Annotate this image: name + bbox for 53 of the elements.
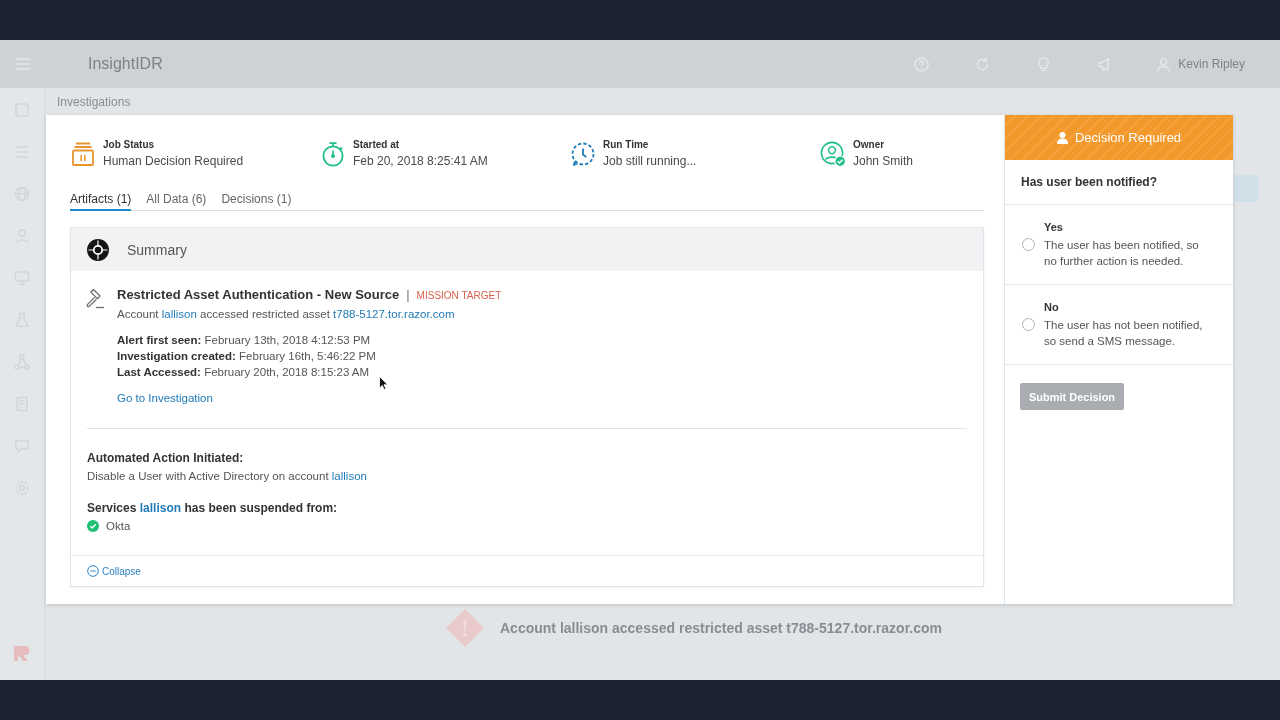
inline-link[interactable]: lallison xyxy=(139,501,182,515)
detail-line: Last Accessed: February 20th, 2018 8:15:23 AM xyxy=(117,365,370,380)
target-label: MISSION TARGET xyxy=(416,289,502,303)
detail-line: Alert first seen: February 13th, 2018 4:12:53 PM xyxy=(117,333,371,348)
status-label: Started at xyxy=(353,138,400,151)
title-separator: | xyxy=(406,286,410,304)
diamond-icon xyxy=(445,608,485,648)
action-heading: Automated Action Initiated: xyxy=(87,450,245,467)
card-title: Summary xyxy=(127,241,187,258)
alert-description: Account lallison accessed restricted asset t788-5127.tor.razor.com xyxy=(117,307,455,322)
user-name[interactable]: Kevin Ripley xyxy=(1178,57,1245,71)
archive-icon xyxy=(70,140,96,167)
user-check-icon xyxy=(820,140,846,167)
inline-link[interactable]: lallison xyxy=(161,308,197,320)
alert-title: Restricted Asset Authentication - New Source xyxy=(117,286,400,304)
inline-link[interactable]: lallison xyxy=(331,470,367,482)
clock-icon xyxy=(570,140,596,167)
user-icon xyxy=(1056,131,1068,144)
services-heading: Services lallison has been suspended from: xyxy=(87,500,339,517)
detail-line: Investigation created: February 16th, 5:46:22 PM xyxy=(117,349,376,364)
question-text: Has user been notified? xyxy=(1021,175,1158,189)
collapse-link[interactable]: Collapse xyxy=(87,565,141,577)
logo-icon xyxy=(87,238,109,261)
status-value: John Smith xyxy=(853,153,914,169)
status-label: Owner xyxy=(853,138,885,151)
cursor-icon xyxy=(379,376,388,390)
stopwatch-icon xyxy=(320,140,346,167)
inline-link[interactable]: t788-5127.tor.razor.com xyxy=(333,308,455,320)
tab[interactable]: Decisions (1) xyxy=(221,192,292,211)
status-value: Feb 20, 2018 8:25:41 AM xyxy=(353,153,488,169)
radio-button[interactable] xyxy=(1022,318,1035,331)
radio-button[interactable] xyxy=(1022,238,1035,251)
decision-title: Decision Required xyxy=(1074,130,1182,145)
breadcrumb-link[interactable]: Investigations xyxy=(45,88,131,109)
service-name: Okta xyxy=(106,519,131,534)
action-description: Disable a User with Active Directory on account lallison xyxy=(87,469,368,484)
tab[interactable]: Artifacts (1) xyxy=(70,192,132,211)
status-label: Job Status xyxy=(103,138,155,151)
alert-text: Account lallison accessed restricted asset t788-5127.tor.razor.com xyxy=(500,620,942,636)
status-value: Human Decision Required xyxy=(103,153,244,169)
option-description: The user has been notified, so no further action is needed. xyxy=(1044,238,1200,269)
status-label: Run Time xyxy=(603,138,649,151)
status-value: Job still running... xyxy=(603,153,697,169)
tab[interactable]: All Data (6) xyxy=(146,192,207,211)
option-label: Yes xyxy=(1044,220,1063,235)
investigation-link[interactable]: Go to Investigation xyxy=(117,390,213,406)
option-description: The user has not been notified, so send a SMS message. xyxy=(1044,318,1204,349)
minus-circle-icon xyxy=(87,565,99,577)
app-title: InsightIDR xyxy=(88,55,163,73)
option-label: No xyxy=(1044,300,1059,315)
logo-icon xyxy=(12,644,32,662)
dimmed-button[interactable] xyxy=(1234,175,1258,202)
gavel-icon xyxy=(85,288,105,310)
